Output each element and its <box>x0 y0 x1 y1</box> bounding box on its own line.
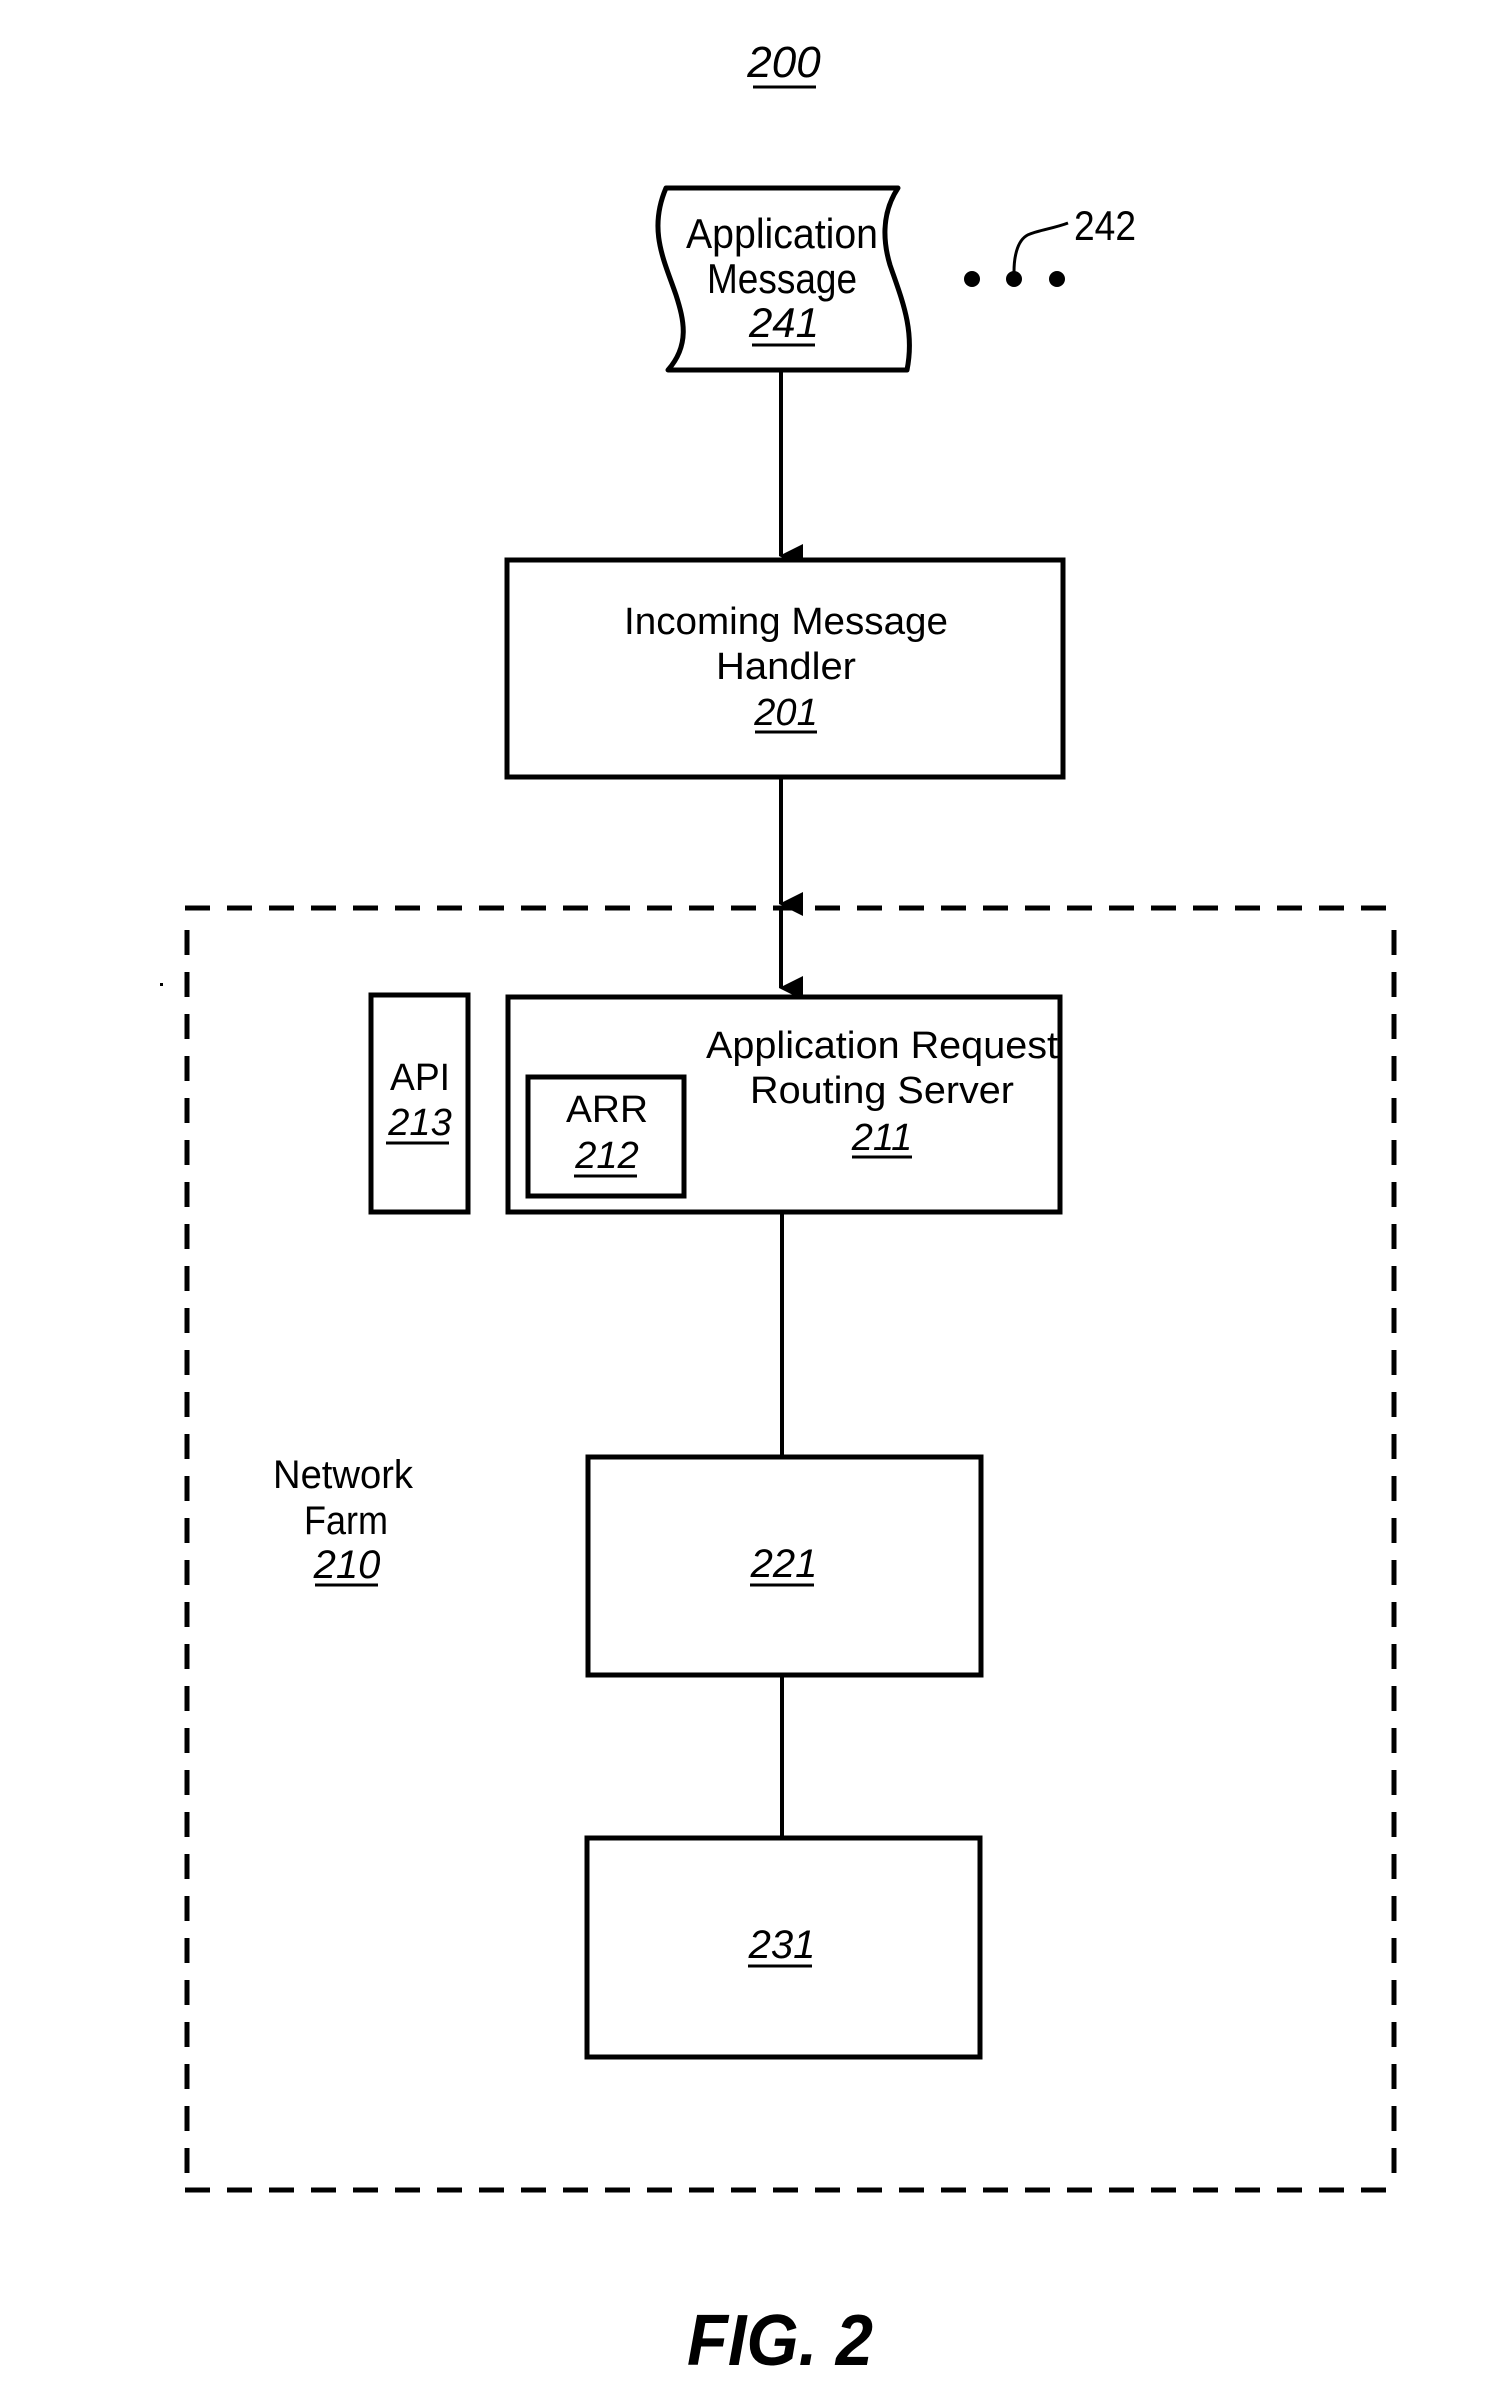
incoming-message-handler-node: Incoming Message Handler 201 <box>504 557 1066 780</box>
arr-label: ARR <box>566 1089 648 1131</box>
leader-line <box>1012 221 1069 273</box>
figure-caption: FIG. 2 <box>687 2301 873 2381</box>
arr-server-node: Application Request Routing Server 211 A… <box>505 994 1063 1215</box>
ellipsis-dot <box>964 271 980 287</box>
handler-label-line1: Incoming Message <box>624 601 948 643</box>
message-label-line1: Application <box>686 210 878 257</box>
farm-ref: 210 <box>313 1543 381 1587</box>
arr-ref: 212 <box>574 1135 638 1177</box>
server-221-node: 221 <box>585 1454 984 1678</box>
figure-ref-number: 200 <box>746 38 821 87</box>
server-231-ref: 231 <box>748 1923 816 1967</box>
api-label: API <box>390 1057 450 1099</box>
handler-label-line2: Handler <box>716 646 856 688</box>
api-ref: 213 <box>387 1102 451 1144</box>
arr-node: ARR 212 <box>525 1074 687 1199</box>
farm-label-line1: Network <box>273 1453 414 1497</box>
more-messages-indicator: 242 <box>964 202 1136 287</box>
ellipsis-dot <box>1049 271 1065 287</box>
farm-label-line2: Farm <box>304 1499 388 1543</box>
api-node: API 213 <box>368 992 471 1215</box>
figure-reference: 200 <box>746 38 821 89</box>
message-label-line2: Message <box>707 255 857 302</box>
server-231-node: 231 <box>584 1835 983 2060</box>
more-messages-ref: 242 <box>1074 202 1136 249</box>
ellipsis-dot <box>1006 271 1022 287</box>
arr-server-label-line2: Routing Server <box>750 1070 1014 1112</box>
arr-server-label-line1: Application Request <box>706 1025 1058 1067</box>
arr-server-ref: 211 <box>851 1117 913 1159</box>
patent-figure: 200 Application Message 241 242 Incoming… <box>160 38 1397 2381</box>
message-ref: 241 <box>748 299 819 346</box>
server-221-ref: 221 <box>750 1542 818 1586</box>
application-message-node: Application Message 241 <box>655 185 912 373</box>
handler-ref: 201 <box>753 692 817 734</box>
scan-speck <box>160 983 163 986</box>
